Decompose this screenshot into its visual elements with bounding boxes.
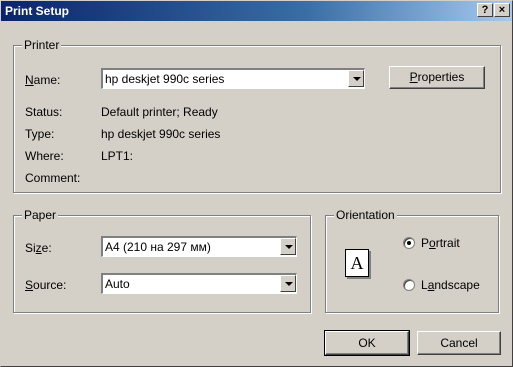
chevron-down-icon[interactable]: [280, 275, 296, 292]
help-icon: ?: [481, 4, 489, 16]
paper-size-select[interactable]: A4 (210 на 297 мм): [101, 236, 297, 257]
where-value: LPT1:: [101, 149, 134, 163]
type-value: hp deskjet 990c series: [101, 127, 221, 141]
close-button[interactable]: ×: [494, 3, 510, 17]
help-button[interactable]: ?: [477, 3, 493, 17]
printer-group-label: Printer: [22, 38, 62, 52]
paper-group: Paper: [13, 208, 311, 313]
ok-button[interactable]: OK: [324, 330, 410, 356]
chevron-down-icon[interactable]: [280, 238, 296, 255]
paper-group-label: Paper: [22, 208, 59, 222]
name-label: Name:: [25, 73, 61, 87]
where-label: Where:: [25, 149, 64, 163]
type-label: Type:: [25, 127, 55, 141]
print-setup-dialog: Print Setup ? × Printer Name: hp deskjet…: [0, 0, 513, 367]
portrait-label[interactable]: Portrait: [421, 236, 460, 250]
title-bar[interactable]: Print Setup ? ×: [1, 1, 512, 21]
paper-source-value: Auto: [105, 277, 130, 291]
close-icon: ×: [498, 4, 506, 16]
properties-button[interactable]: Properties: [389, 66, 485, 89]
landscape-radio[interactable]: [403, 279, 415, 291]
portrait-radio[interactable]: [403, 237, 415, 249]
paper-size-value: A4 (210 на 297 мм): [105, 240, 211, 254]
printer-name-value: hp deskjet 990c series: [105, 72, 225, 86]
size-label: Size:: [25, 241, 52, 255]
window-title: Print Setup: [5, 4, 70, 18]
landscape-label[interactable]: Landscape: [421, 278, 480, 292]
orientation-group-label: Orientation: [334, 208, 397, 222]
printer-name-select[interactable]: hp deskjet 990c series: [101, 68, 365, 89]
chevron-down-icon[interactable]: [348, 70, 364, 87]
source-label: Source:: [25, 278, 67, 292]
paper-source-select[interactable]: Auto: [101, 273, 297, 294]
comment-label: Comment:: [25, 171, 81, 185]
status-value: Default printer; Ready: [101, 105, 218, 119]
cancel-button[interactable]: Cancel: [417, 331, 501, 355]
portrait-page-icon: A: [345, 249, 369, 277]
status-label: Status:: [25, 105, 63, 119]
